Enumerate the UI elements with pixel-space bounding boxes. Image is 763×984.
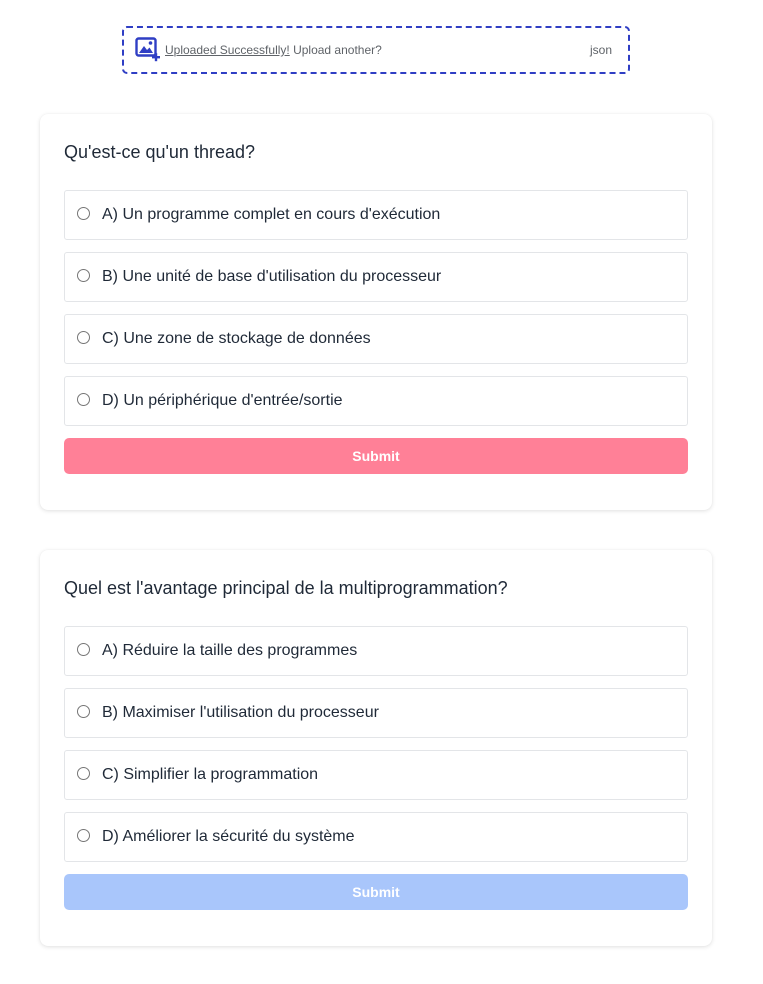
option-label: B) Une unité de base d'utilisation du pr… bbox=[102, 268, 442, 285]
answer-option-b[interactable]: B) Maximiser l'utilisation du processeur bbox=[64, 688, 688, 738]
radio-button[interactable] bbox=[77, 767, 90, 780]
answer-option-a[interactable]: A) Un programme complet en cours d'exécu… bbox=[64, 190, 688, 240]
question-card: Qu'est-ce qu'un thread? A) Un programme … bbox=[40, 114, 712, 510]
upload-status-text: Uploaded Successfully! Upload another? bbox=[165, 43, 590, 57]
upload-link[interactable]: Uploaded Successfully! bbox=[165, 43, 290, 57]
option-label: B) Maximiser l'utilisation du processeur bbox=[102, 704, 379, 721]
answer-option-c[interactable]: C) Simplifier la programmation bbox=[64, 750, 688, 800]
file-upload-dropzone[interactable]: Uploaded Successfully! Upload another? j… bbox=[122, 26, 630, 74]
file-type-label: json bbox=[589, 43, 612, 57]
radio-button[interactable] bbox=[77, 643, 90, 656]
option-label: D) Améliorer la sécurité du système bbox=[102, 828, 355, 845]
option-label: A) Réduire la taille des programmes bbox=[102, 642, 358, 659]
radio-button[interactable] bbox=[77, 829, 90, 842]
answer-option-c[interactable]: C) Une zone de stockage de données bbox=[64, 314, 688, 364]
answer-option-b[interactable]: B) Une unité de base d'utilisation du pr… bbox=[64, 252, 688, 302]
upload-another-text: Upload another? bbox=[289, 43, 382, 57]
option-label: C) Une zone de stockage de données bbox=[102, 330, 371, 347]
option-label: D) Un périphérique d'entrée/sortie bbox=[102, 392, 343, 409]
radio-button[interactable] bbox=[77, 331, 90, 344]
question-text: Quel est l'avantage principal de la mult… bbox=[64, 578, 508, 598]
radio-button[interactable] bbox=[77, 705, 90, 718]
submit-button[interactable]: Submit bbox=[64, 874, 688, 910]
radio-button[interactable] bbox=[77, 393, 90, 406]
submit-button[interactable]: Submit bbox=[64, 438, 688, 474]
image-upload-icon bbox=[135, 37, 161, 63]
radio-button[interactable] bbox=[77, 269, 90, 282]
question-card: Quel est l'avantage principal de la mult… bbox=[40, 550, 712, 946]
option-label: A) Un programme complet en cours d'exécu… bbox=[102, 206, 441, 223]
radio-button[interactable] bbox=[77, 207, 90, 220]
answer-option-a[interactable]: A) Réduire la taille des programmes bbox=[64, 626, 688, 676]
question-text: Qu'est-ce qu'un thread? bbox=[64, 142, 255, 162]
answer-option-d[interactable]: D) Un périphérique d'entrée/sortie bbox=[64, 376, 688, 426]
option-label: C) Simplifier la programmation bbox=[102, 766, 319, 783]
answer-option-d[interactable]: D) Améliorer la sécurité du système bbox=[64, 812, 688, 862]
